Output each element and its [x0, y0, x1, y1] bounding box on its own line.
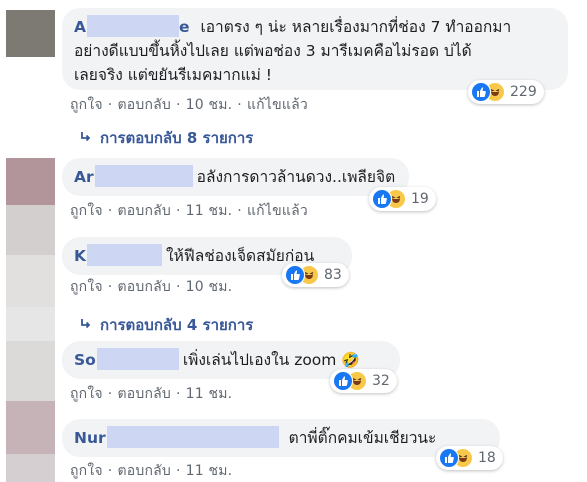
comment-bubble: Ar อลังการดาวล้านดวง..เพลียจิต: [62, 158, 409, 196]
comment-actions: ถูกใจ · ตอบกลับ · 10 ชม.: [70, 279, 233, 295]
reaction-summary[interactable]: 18: [436, 446, 503, 470]
comment-text: อลังการดาวล้านดวง..เพลียจิต: [196, 168, 396, 186]
avatar[interactable]: [6, 341, 55, 401]
reaction-summary[interactable]: 32: [330, 369, 397, 393]
like-icon: [439, 448, 459, 468]
timestamp[interactable]: 11 ชม.: [186, 463, 233, 479]
like-button[interactable]: ถูกใจ: [70, 97, 103, 113]
like-button[interactable]: ถูกใจ: [70, 386, 103, 402]
avatar-partial: [6, 307, 55, 341]
like-icon: [372, 189, 392, 209]
avatar-partial: [6, 454, 55, 482]
view-replies-link[interactable]: การตอบกลับ 8 รายการ: [80, 126, 253, 150]
comment-actions: ถูกใจ · ตอบกลับ · 11 ชม.: [70, 463, 233, 479]
name-redaction: [94, 165, 193, 187]
reply-button[interactable]: ตอบกลับ: [117, 463, 171, 479]
edited-label[interactable]: แก้ไขแล้ว: [247, 97, 308, 113]
commenter-name[interactable]: Ar: [74, 165, 197, 187]
reaction-count: 229: [510, 84, 537, 100]
like-icon: [333, 371, 353, 391]
reply-button[interactable]: ตอบกลับ: [117, 203, 171, 219]
timestamp[interactable]: 11 ชม.: [186, 386, 233, 402]
timestamp[interactable]: 11 ชม.: [186, 203, 233, 219]
name-redaction: [96, 348, 179, 370]
reply-arrow-icon: [80, 129, 92, 147]
like-icon: [285, 265, 305, 285]
comment-text: ตาพี่ติ๊กคมเข้มเชียวนะ: [288, 429, 437, 447]
reaction-count: 32: [372, 373, 390, 389]
edited-label[interactable]: แก้ไขแล้ว: [247, 203, 308, 219]
reply-arrow-icon: [80, 316, 92, 334]
comment-text-line: อย่างดีแบบขึ้นหิ้งไปเลย แต่พอช่อง 3 มารี…: [74, 42, 472, 60]
reaction-summary[interactable]: 19: [369, 187, 436, 211]
like-button[interactable]: ถูกใจ: [70, 203, 103, 219]
avatar[interactable]: [6, 255, 55, 307]
comment-text: เอาตรง ๆ น่ะ หลายเรื่องมากที่ช่อง 7 ทำออ…: [200, 18, 512, 36]
timestamp[interactable]: 10 ชม.: [186, 97, 233, 113]
commenter-name[interactable]: Ae: [74, 15, 190, 37]
commenter-name[interactable]: Nur: [74, 426, 289, 448]
like-icon: [471, 82, 491, 102]
reaction-count: 83: [324, 267, 342, 283]
reaction-summary[interactable]: 83: [282, 263, 349, 287]
reply-button[interactable]: ตอบกลับ: [117, 279, 171, 295]
reaction-count: 18: [478, 450, 496, 466]
timestamp[interactable]: 10 ชม.: [186, 279, 233, 295]
name-redaction: [87, 244, 163, 266]
comment-text: เพิ่งเล่นไปเองใน zoom: [182, 351, 337, 369]
comment-actions: ถูกใจ · ตอบกลับ · 11 ชม. · แก้ไขแล้ว: [70, 203, 308, 219]
view-replies-link[interactable]: การตอบกลับ 4 รายการ: [80, 313, 253, 337]
name-redaction: [106, 426, 279, 448]
reply-button[interactable]: ตอบกลับ: [117, 386, 171, 402]
avatar[interactable]: [6, 10, 55, 57]
reaction-summary[interactable]: 229: [468, 80, 544, 104]
like-button[interactable]: ถูกใจ: [70, 463, 103, 479]
avatar-partial: [6, 205, 55, 255]
like-button[interactable]: ถูกใจ: [70, 279, 103, 295]
reply-button[interactable]: ตอบกลับ: [117, 97, 171, 113]
name-redaction: [87, 15, 179, 37]
comment-actions: ถูกใจ · ตอบกลับ · 11 ชม.: [70, 386, 233, 402]
comment-actions: ถูกใจ · ตอบกลับ · 10 ชม. · แก้ไขแล้ว: [70, 97, 308, 113]
comment-bubble: Nur ตาพี่ติ๊กคมเข้มเชียวนะ: [62, 419, 500, 457]
comment-bubble: Ae เอาตรง ๆ น่ะ หลายเรื่องมากที่ช่อง 7 ท…: [62, 8, 568, 90]
rofl-emoji-icon: 🤣: [341, 351, 361, 369]
avatar[interactable]: [6, 158, 55, 205]
commenter-name[interactable]: So: [74, 348, 183, 370]
reaction-count: 19: [411, 191, 429, 207]
commenter-name[interactable]: K: [74, 244, 166, 266]
avatar[interactable]: [6, 401, 55, 454]
